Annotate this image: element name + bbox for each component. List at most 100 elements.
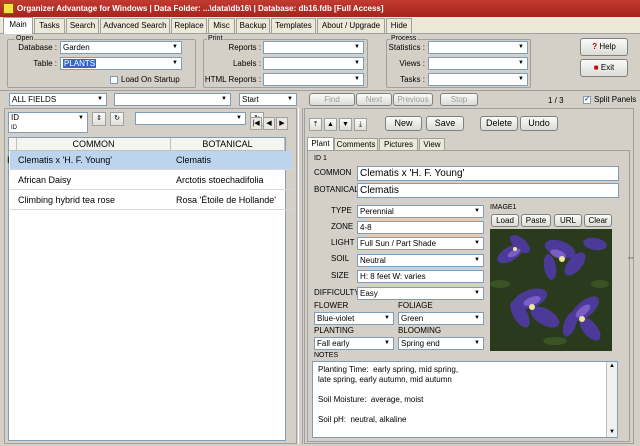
find-button[interactable]: Find — [309, 93, 355, 106]
botanical-input[interactable]: Clematis — [357, 183, 619, 198]
tab-hide[interactable]: Hide — [386, 18, 412, 33]
load-on-startup-checkbox[interactable] — [110, 76, 118, 84]
tab-backup[interactable]: Backup — [236, 18, 270, 33]
chevron-down-icon: ▼ — [354, 76, 360, 82]
tab-misc[interactable]: Misc — [208, 18, 235, 33]
load-image-button[interactable]: Load — [491, 214, 519, 227]
exit-button[interactable]: ■ Exit — [580, 59, 628, 77]
table-row[interactable]: African Daisy Arctotis stoechadifolia — [10, 171, 292, 190]
tab-view[interactable]: View — [419, 138, 445, 150]
chevron-down-icon: ▼ — [474, 340, 480, 346]
labels-select[interactable]: ▼ — [263, 57, 364, 70]
soil-select[interactable]: Neutral ▼ — [357, 254, 484, 267]
scroll-up-icon[interactable]: ▲ — [607, 362, 617, 371]
common-input[interactable]: Clematis x 'H. F. Young' — [357, 166, 619, 181]
scroll-down-icon[interactable]: ▼ — [607, 428, 617, 437]
planting-label: PLANTING — [314, 326, 355, 335]
tab-plant[interactable]: Plant — [307, 137, 334, 150]
search-field-select[interactable]: ALL FIELDS ▼ — [9, 93, 107, 106]
sort-field-select[interactable]: ID ID ▼ — [8, 112, 88, 133]
split-panels-checkbox[interactable]: ✓ — [583, 96, 591, 104]
current-row-marker: I — [7, 155, 10, 165]
refresh-icon[interactable]: ↻ — [110, 112, 124, 126]
chevron-down-icon: ▼ — [474, 315, 480, 321]
statistics-select[interactable]: ▼ — [428, 41, 528, 54]
notes-scrollbar[interactable]: ▲ ▼ — [606, 362, 617, 437]
move-down-icon[interactable]: ▼ — [339, 118, 352, 131]
database-select[interactable]: Garden ▼ — [60, 41, 182, 54]
row-indicator-header — [9, 138, 17, 151]
tab-templates[interactable]: Templates — [271, 18, 316, 33]
html-reports-select[interactable]: ▼ — [263, 73, 364, 86]
tab-search[interactable]: Search — [66, 18, 99, 33]
prev-record-icon[interactable]: ◀ — [263, 117, 275, 130]
chevron-down-icon: ▼ — [474, 208, 480, 214]
cell-botanical: Arctotis stoechadifolia — [176, 175, 264, 185]
new-button[interactable]: New — [385, 116, 422, 131]
tab-tasks[interactable]: Tasks — [34, 18, 65, 33]
next-button[interactable]: Next — [356, 93, 392, 106]
panel-splitter[interactable] — [298, 108, 303, 444]
previous-button[interactable]: Previous — [393, 93, 433, 106]
divider — [0, 90, 640, 91]
botanical-label: BOTANICAL — [314, 185, 359, 194]
table-row[interactable]: I Clematis x 'H. F. Young' Clematis — [7, 151, 292, 170]
database-label: Database : — [18, 43, 57, 52]
tab-about-upgrade[interactable]: About / Upgrade — [317, 18, 385, 33]
notes-textarea[interactable]: Planting Time: early spring, mid spring,… — [312, 361, 618, 438]
tab-pictures[interactable]: Pictures — [379, 138, 418, 150]
plant-image — [490, 229, 612, 351]
move-up-icon[interactable]: ▲ — [324, 118, 337, 131]
reports-select[interactable]: ▼ — [263, 41, 364, 54]
zone-input[interactable]: 4-8 — [357, 221, 484, 234]
stop-button[interactable]: Stop — [440, 93, 478, 106]
move-bottom-icon[interactable]: ⤓ — [354, 118, 367, 131]
chevron-down-icon: ▼ — [221, 96, 227, 102]
views-select[interactable]: ▼ — [428, 57, 528, 70]
cell-common: African Daisy — [18, 175, 72, 185]
filter-select[interactable]: ▼ — [135, 112, 246, 125]
delete-button[interactable]: Delete — [480, 116, 518, 131]
tab-comments[interactable]: Comments — [334, 138, 378, 150]
help-button[interactable]: ? Help — [580, 38, 628, 56]
column-header-botanical[interactable]: BOTANICAL — [171, 138, 285, 151]
column-header-common[interactable]: COMMON — [17, 138, 171, 151]
tab-main[interactable]: Main — [3, 17, 33, 34]
undo-button[interactable]: Undo — [520, 116, 558, 131]
move-top-icon[interactable]: ⤒ — [309, 118, 322, 131]
table-select[interactable]: PLANTS ▼ — [60, 57, 182, 70]
table-row[interactable]: Climbing hybrid tea rose Rosa 'Étoile de… — [10, 191, 292, 210]
chevron-down-icon: ▼ — [172, 60, 178, 66]
tab-replace[interactable]: Replace — [171, 18, 207, 33]
common-label: COMMON — [314, 168, 352, 177]
search-input[interactable]: ▼ — [114, 93, 231, 106]
tasks-select[interactable]: ▼ — [428, 73, 528, 86]
save-button[interactable]: Save — [426, 116, 464, 131]
difficulty-label: DIFFICULTY — [314, 288, 360, 297]
split-panels-label: Split Panels — [594, 95, 637, 104]
size-input[interactable]: H: 8 feet W: varies — [357, 270, 484, 283]
first-record-icon[interactable]: |◀ — [250, 117, 262, 130]
tab-advanced-search[interactable]: Advanced Search — [100, 18, 170, 33]
chevron-down-icon: ▼ — [287, 96, 293, 102]
chevron-down-icon: ▼ — [474, 257, 480, 263]
clear-image-button[interactable]: Clear — [584, 214, 612, 227]
light-select[interactable]: Full Sun / Part Shade ▼ — [357, 237, 484, 250]
url-image-button[interactable]: URL — [554, 214, 582, 227]
type-select[interactable]: Perennial ▼ — [357, 205, 484, 218]
sort-order-icon[interactable]: ⇕ — [92, 112, 106, 126]
window-title: Organizer Advantage for Windows | Data F… — [17, 4, 384, 13]
blooming-select[interactable]: Spring end ▼ — [398, 337, 484, 350]
html-reports-label: HTML Reports : — [204, 75, 261, 84]
blooming-label: BLOOMING — [398, 326, 442, 335]
zone-label: ZONE — [331, 222, 354, 231]
paste-image-button[interactable]: Paste — [521, 214, 551, 227]
chevron-down-icon: ▼ — [354, 44, 360, 50]
statistics-label: Statistics : — [388, 43, 425, 52]
load-on-startup-label: Load On Startup — [121, 75, 180, 84]
size-label: SIZE — [331, 271, 349, 280]
next-record-icon[interactable]: ▶ — [276, 117, 288, 130]
record-counter: 1 / 3 — [548, 96, 564, 105]
chevron-down-icon: ▼ — [384, 340, 390, 346]
search-mode-select[interactable]: Start ▼ — [239, 93, 297, 106]
